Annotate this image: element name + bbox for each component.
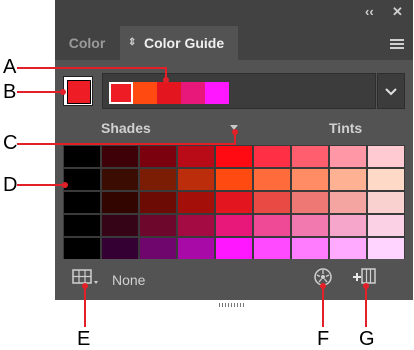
color-variation-cell[interactable]	[178, 238, 214, 259]
color-variation-cell[interactable]	[64, 192, 100, 213]
color-variation-cell[interactable]	[140, 192, 176, 213]
callout-a: A	[3, 56, 17, 78]
color-variation-cell[interactable]	[64, 215, 100, 236]
color-variation-cell[interactable]	[368, 169, 404, 190]
callout-e-line	[84, 285, 86, 327]
color-variation-cell[interactable]	[64, 169, 100, 190]
color-variation-cell[interactable]	[254, 238, 290, 259]
color-variation-cell[interactable]	[330, 169, 366, 190]
color-variation-cell[interactable]	[292, 215, 328, 236]
color-variation-cell[interactable]	[140, 215, 176, 236]
callout-f-dot	[320, 283, 326, 289]
callout-g-line	[365, 285, 367, 327]
callout-a-line	[17, 67, 167, 69]
harmony-swatch[interactable]	[205, 82, 229, 104]
color-variation-cell[interactable]	[178, 192, 214, 213]
color-variation-cell[interactable]	[216, 238, 252, 259]
tab-color[interactable]: Color	[55, 26, 119, 60]
color-variation-cell[interactable]	[254, 169, 290, 190]
color-variation-cell[interactable]	[292, 146, 328, 167]
sort-arrows-icon: ⇕	[128, 37, 137, 48]
color-variation-cell[interactable]	[102, 238, 138, 259]
harmony-rules-dropdown[interactable]	[377, 73, 405, 109]
callout-d-line	[17, 184, 65, 186]
color-variation-cell[interactable]	[102, 192, 138, 213]
resize-grip[interactable]	[219, 294, 247, 307]
callout-d: D	[3, 174, 18, 196]
base-color-fill	[67, 80, 91, 104]
color-variation-cell[interactable]	[64, 238, 100, 259]
double-chevron-left-icon[interactable]: ‹‹	[365, 4, 374, 20]
panel-tabbar: Color ⇕ Color Guide	[55, 26, 413, 60]
color-variation-cell[interactable]	[102, 169, 138, 190]
callout-f: F	[317, 328, 330, 350]
callout-b: B	[3, 81, 17, 103]
callout-c-dot	[232, 129, 238, 135]
color-variation-cell[interactable]	[330, 146, 366, 167]
tints-label: Tints	[329, 120, 363, 136]
color-variation-cell[interactable]	[216, 215, 252, 236]
callout-f-line	[322, 285, 324, 327]
color-variation-cell[interactable]	[368, 146, 404, 167]
callout-e-dot	[82, 283, 88, 289]
color-variation-cell[interactable]	[330, 215, 366, 236]
callout-g: G	[359, 328, 375, 350]
shades-label: Shades	[101, 120, 151, 136]
color-variation-cell[interactable]	[368, 215, 404, 236]
color-variation-cell[interactable]	[140, 146, 176, 167]
callout-c-line	[17, 143, 236, 145]
color-variation-cell[interactable]	[254, 215, 290, 236]
harmony-swatch[interactable]	[157, 82, 181, 104]
color-variation-cell[interactable]	[140, 238, 176, 259]
harmony-colors-bar[interactable]	[102, 73, 376, 109]
callout-e: E	[77, 328, 91, 350]
color-variations-grid	[63, 145, 405, 259]
callout-g-dot	[363, 283, 369, 289]
menu-icon[interactable]	[390, 39, 404, 49]
color-variation-cell[interactable]	[254, 192, 290, 213]
color-variation-cell[interactable]	[178, 169, 214, 190]
color-variation-cell[interactable]	[330, 238, 366, 259]
color-variation-cell[interactable]	[102, 146, 138, 167]
color-variation-cell[interactable]	[64, 146, 100, 167]
callout-b-line	[17, 91, 63, 93]
color-variation-cell[interactable]	[292, 238, 328, 259]
harmony-swatch[interactable]	[181, 82, 205, 104]
color-variation-cell[interactable]	[292, 192, 328, 213]
color-variation-cell[interactable]	[216, 192, 252, 213]
tab-label: Color Guide	[144, 35, 225, 51]
color-variation-cell[interactable]	[178, 146, 214, 167]
none-label: None	[112, 272, 146, 288]
callout-c: C	[3, 132, 18, 154]
color-variation-cell[interactable]	[368, 238, 404, 259]
color-variation-cell[interactable]	[368, 192, 404, 213]
callout-b-dot	[60, 89, 66, 95]
harmony-swatch[interactable]	[109, 82, 133, 104]
callout-d-dot	[62, 182, 68, 188]
color-variation-cell[interactable]	[216, 146, 252, 167]
color-variation-cell[interactable]	[292, 169, 328, 190]
color-variation-cell[interactable]	[330, 192, 366, 213]
color-variation-cell[interactable]	[254, 146, 290, 167]
color-variation-cell[interactable]	[102, 215, 138, 236]
tab-color-guide[interactable]: ⇕ Color Guide	[120, 26, 238, 60]
callout-a-dot	[163, 77, 169, 83]
close-icon[interactable]: ✕	[392, 4, 403, 20]
color-variation-cell[interactable]	[178, 215, 214, 236]
color-variation-cell[interactable]	[216, 169, 252, 190]
color-variation-cell[interactable]	[140, 169, 176, 190]
base-color-swatch[interactable]	[63, 76, 93, 106]
chevron-down-icon	[385, 88, 397, 96]
panel-titlebar: ‹‹ ✕	[55, 0, 413, 26]
harmony-swatch[interactable]	[133, 82, 157, 104]
